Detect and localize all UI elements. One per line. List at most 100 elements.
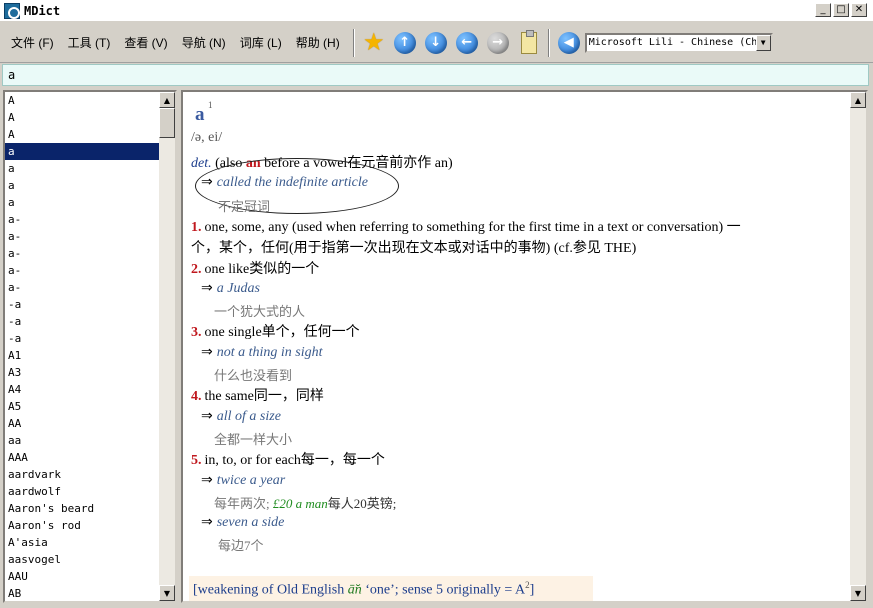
word-list-item[interactable]: AAA (5, 449, 160, 466)
sense-5-example-1: ⇒ twice a year (201, 472, 285, 489)
word-list-item[interactable]: Aaron's rod (5, 517, 160, 534)
word-list-item[interactable]: A1 (5, 347, 160, 364)
word-list-item[interactable]: AB (5, 585, 160, 601)
word-list-item[interactable]: AAU (5, 568, 160, 585)
menu-file[interactable]: 文件 (F) (4, 34, 61, 51)
search-input[interactable]: a (2, 64, 869, 86)
word-list-item[interactable]: Aaron's beard (5, 500, 160, 517)
word-list-item[interactable]: a (5, 177, 160, 194)
word-list-item[interactable]: A5 (5, 398, 160, 415)
sense-2-translation: 一个犹大式的人 (214, 304, 306, 319)
word-list-item[interactable]: a- (5, 211, 160, 228)
window-controls: _ □ ✕ (815, 3, 867, 17)
translation-text-2: 每人20英镑; (327, 496, 397, 511)
word-list-item[interactable]: aardwolf (5, 483, 160, 500)
scroll-up-button[interactable]: ▲ (850, 92, 866, 108)
sense-number: 2. (191, 262, 202, 277)
sense-text: one like类似的一个 (204, 262, 320, 277)
app-icon (4, 2, 20, 19)
scroll-thumb[interactable] (159, 108, 175, 138)
close-button[interactable]: ✕ (851, 3, 867, 17)
word-list-item[interactable]: A'asia (5, 534, 160, 551)
next-word-button[interactable]: ↓ (423, 30, 449, 56)
menu-tools[interactable]: 工具 (T) (61, 34, 118, 51)
word-list-item[interactable]: aa (5, 432, 160, 449)
sense-5: 5. in, to, or for each每一，每一个 (191, 449, 385, 469)
word-list-item[interactable]: -a (5, 296, 160, 313)
sense-text: the same同一，同样 (204, 389, 324, 404)
forward-button[interactable]: → (485, 30, 511, 56)
word-list-scrollbar[interactable]: ▲ ▼ (159, 92, 175, 601)
word-list-item[interactable]: a- (5, 262, 160, 279)
word-list-item[interactable]: a- (5, 279, 160, 296)
chevron-down-icon[interactable]: ▼ (755, 34, 771, 51)
sense-text: one, some, any (used when referring to s… (204, 220, 741, 235)
definition-scrollbar[interactable]: ▲ ▼ (850, 92, 866, 601)
translation-example: £20 a man (272, 496, 328, 511)
voice-select[interactable]: Microsoft Lili - Chinese (Ch ▼ (584, 32, 773, 53)
word-list-item[interactable]: -a (5, 330, 160, 347)
pronunciation: /ə, ei/ (191, 130, 223, 145)
toolbar-separator-2 (547, 28, 550, 57)
word-list-item[interactable]: a (5, 160, 160, 177)
word-list-item[interactable]: a- (5, 245, 160, 262)
word-list-item[interactable]: A (5, 126, 160, 143)
word-list-item[interactable]: A (5, 92, 160, 109)
sense-number: 5. (191, 453, 202, 468)
sense-3: 3. one single单个，任何一个 (191, 321, 360, 341)
sense-number: 1. (191, 220, 202, 235)
minimize-button[interactable]: _ (815, 3, 831, 17)
translation-text: 每年两次; (214, 496, 270, 511)
word-list-item[interactable]: -a (5, 313, 160, 330)
word-list-item[interactable]: A4 (5, 381, 160, 398)
sense-5-example-2: ⇒ seven a side (201, 514, 284, 531)
word-list-item[interactable]: aardvark (5, 466, 160, 483)
sense-number: 3. (191, 325, 202, 340)
sense-3-example: ⇒ not a thing in sight (201, 344, 323, 361)
arrow-icon: ⇒ (201, 409, 213, 424)
speak-button[interactable]: ◀ (556, 30, 582, 56)
menu-view[interactable]: 查看 (V) (117, 34, 174, 51)
menu-help[interactable]: 帮助 (H) (289, 34, 347, 51)
star-icon: ★ (362, 28, 385, 56)
word-list-item[interactable]: a- (5, 228, 160, 245)
scroll-down-button[interactable]: ▼ (850, 585, 866, 601)
word-list-item[interactable]: A3 (5, 364, 160, 381)
scroll-up-button[interactable]: ▲ (159, 92, 175, 108)
etymology-word: ā̆n (347, 582, 362, 598)
intro-translation: 不定冠词 (218, 199, 271, 214)
forward-arrow-icon: → (486, 31, 509, 54)
back-arrow-icon: ← (455, 31, 478, 54)
toolbar: 文件 (F) 工具 (T) 查看 (V) 导航 (N) 词库 (L) 帮助 (H… (0, 23, 873, 63)
word-list-item[interactable]: a (5, 194, 160, 211)
word-list-item[interactable]: A (5, 109, 160, 126)
word-list-item[interactable]: AA (5, 415, 160, 432)
previous-word-button[interactable]: ↑ (392, 30, 418, 56)
back-button[interactable]: ← (454, 30, 480, 56)
sense-1: 1. one, some, any (used when referring to… (191, 216, 741, 236)
etymology-close: ] (529, 582, 535, 598)
word-list-item[interactable]: aasvogel (5, 551, 160, 568)
headword: a (195, 104, 205, 125)
arrow-icon: ⇒ (201, 281, 213, 296)
word-list-item[interactable]: a (5, 143, 160, 160)
voice-select-value: Microsoft Lili - Chinese (Ch (588, 37, 758, 48)
headword-superscript: 1 (208, 100, 213, 110)
favorite-button[interactable]: ★ (361, 30, 387, 56)
clipboard-button[interactable] (516, 29, 542, 56)
sense-4-translation: 全都一样大小 (214, 432, 293, 447)
menu-navigate[interactable]: 导航 (N) (175, 34, 233, 51)
sense-4: 4. the same同一，同样 (191, 385, 324, 405)
etymology: [weakening of Old English ā̆n ‘one’; sen… (189, 576, 593, 601)
scroll-down-button[interactable]: ▼ (159, 585, 175, 601)
maximize-button[interactable]: □ (833, 3, 849, 17)
toolbar-icons: ★ ↑ ↓ ← → (361, 29, 542, 56)
sense-text: in, to, or for each每一，每一个 (204, 453, 385, 468)
word-list: A A Aa a a a a-a-a-a-a- -a -a -a A1 A3 A4 A5 AA aa AAA aa… (3, 90, 177, 603)
sense-number: 4. (191, 389, 202, 404)
example-text: not a thing in sight (216, 345, 323, 360)
menu-library[interactable]: 词库 (L) (233, 34, 289, 51)
arrow-icon: ⇒ (201, 345, 213, 360)
example-text: all of a size (216, 409, 281, 424)
speaker-icon: ◀ (557, 31, 580, 54)
